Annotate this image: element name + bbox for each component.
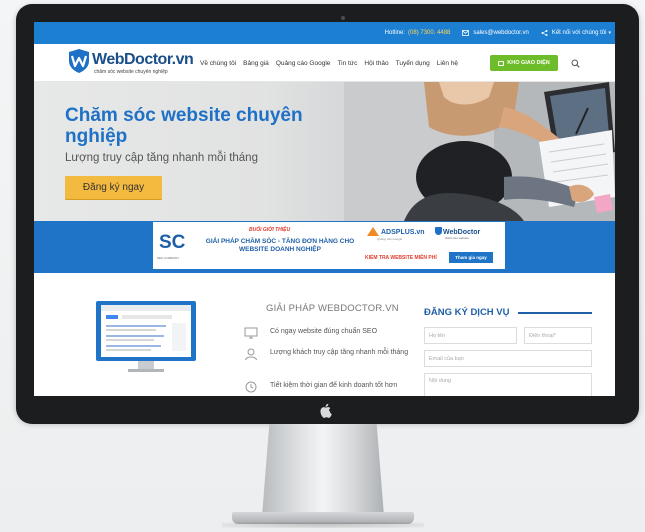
- email-link[interactable]: sales@webdoctor.vn: [462, 30, 529, 36]
- webdoctor-small-logo: WebDoctor: [435, 227, 480, 236]
- register-title: ĐĂNG KÝ DỊCH VỤ: [424, 307, 510, 318]
- sc-logo-icon: SC: [159, 232, 186, 252]
- phone-field[interactable]: Điện thoại*: [524, 327, 592, 344]
- nav-item-google-ads[interactable]: Quảng cáo Google: [276, 60, 331, 67]
- nav-item-contact[interactable]: Liên hệ: [437, 60, 458, 67]
- message-field[interactable]: Nội dung: [424, 373, 592, 396]
- content-section: GIẢI PHÁP WEBDOCTOR.VN Có ngay website đ…: [34, 273, 615, 396]
- webdoctor-shield-icon: [435, 227, 442, 235]
- feature-text-time: Tiết kiệm thời gian để kinh doanh tốt hơ…: [270, 382, 398, 389]
- join-now-button[interactable]: Tham gia ngay: [449, 252, 493, 263]
- hotline-number: (08) 7300. 4488: [408, 30, 451, 36]
- top-bar: Hotline: (08) 7300. 4488 sales@webdoctor…: [34, 22, 615, 44]
- nav-item-careers[interactable]: Tuyển dụng: [396, 60, 430, 67]
- adsplus-name: ADSPLUS.vn: [381, 229, 425, 236]
- main-nav: WebDoctor.vn chăm sóc website chuyên ngh…: [34, 44, 615, 82]
- register-title-underline: [518, 312, 592, 314]
- nav-item-pricing[interactable]: Bảng giá: [243, 60, 269, 67]
- brand-name: WebDoctor.vn: [92, 51, 194, 68]
- theme-store-label: KHO GIAO DIỆN: [507, 60, 550, 66]
- nav-item-seminar[interactable]: Hội thảo: [364, 60, 388, 67]
- hero-subtitle: Lượng truy cập tăng nhanh mỗi tháng: [65, 152, 258, 164]
- monitor-stand: [262, 424, 384, 516]
- solutions-title: GIẢI PHÁP WEBDOCTOR.VN: [266, 303, 399, 314]
- social-connect[interactable]: Kết nối với chúng tôi ▾: [541, 30, 611, 36]
- monitor-illustration: [96, 301, 196, 372]
- feature-text-traffic: Lượng khách truy cập tăng nhanh mỗi thán…: [270, 349, 409, 356]
- chevron-down-icon: ▾: [608, 30, 611, 36]
- share-icon: [541, 30, 548, 36]
- email-field[interactable]: Email của bạn: [424, 350, 592, 367]
- envelope-icon: [462, 30, 470, 36]
- website-screen: Hotline: (08) 7300. 4488 sales@webdoctor…: [34, 22, 615, 396]
- hotline[interactable]: Hotline: (08) 7300. 4488: [385, 30, 451, 36]
- seminar-banner[interactable]: SC SEO COMPANY BUỔI GIỚI THIỆU GIẢI PHÁP…: [153, 222, 505, 269]
- seminar-headline: GIẢI PHÁP CHĂM SÓC - TĂNG ĐƠN HÀNG CHO W…: [205, 238, 355, 253]
- adsplus-triangle-icon: [367, 227, 379, 236]
- user-icon: [245, 348, 257, 360]
- webdoctor-small-name: WebDoctor: [443, 229, 481, 236]
- apple-logo-icon: [320, 403, 332, 418]
- hotline-label: Hotline:: [384, 30, 406, 36]
- desktop-icon: [244, 327, 258, 339]
- hero-photo-illustration: [344, 82, 615, 221]
- search-icon[interactable]: [571, 59, 580, 68]
- name-field[interactable]: Họ tên: [424, 327, 517, 344]
- svg-text:SC: SC: [159, 232, 186, 252]
- free-check-text: KIỂM TRA WEBSITE MIỄN PHÍ: [365, 255, 437, 261]
- camera-dot: [341, 16, 345, 20]
- nav-item-news[interactable]: Tin tức: [337, 60, 357, 67]
- stand-shadow: [222, 522, 424, 528]
- adsplus-logo: ADSPLUS.vn: [367, 227, 425, 236]
- shield-logo-icon: [69, 49, 89, 73]
- monitor-icon: [498, 60, 505, 66]
- email-text: sales@webdoctor.vn: [473, 30, 529, 36]
- hero-title: Chăm sóc website chuyên nghiệp: [65, 105, 303, 147]
- sc-caption: SEO COMPANY: [157, 256, 180, 260]
- register-now-button[interactable]: Đăng ký ngay: [65, 176, 162, 199]
- adsplus-caption: Quảng cáo Google: [377, 237, 403, 241]
- seminar-intro: BUỔI GIỚI THIỆU: [249, 227, 291, 233]
- hero-section: Chăm sóc website chuyên nghiệp Lượng tru…: [34, 82, 615, 221]
- clock-icon: [245, 381, 257, 393]
- brand-tagline: chăm sóc website chuyên nghiệp: [94, 69, 168, 75]
- theme-store-button[interactable]: KHO GIAO DIỆN: [490, 55, 558, 71]
- connect-text: Kết nối với chúng tôi: [551, 30, 607, 36]
- feature-text-seo: Có ngay website đúng chuẩn SEO: [270, 328, 378, 335]
- nav-menu: Về chúng tôi Bảng giá Quảng cáo Google T…: [200, 44, 465, 82]
- brand-logo[interactable]: WebDoctor.vn chăm sóc website chuyên ngh…: [68, 48, 198, 78]
- webdoctor-small-caption: chăm sóc website: [445, 236, 469, 240]
- nav-item-about[interactable]: Về chúng tôi: [200, 60, 236, 67]
